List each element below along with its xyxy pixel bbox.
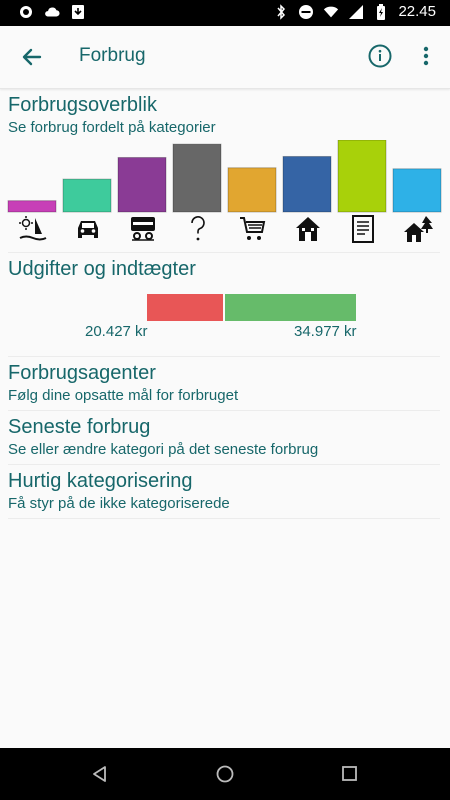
category-bar-chart xyxy=(7,140,442,213)
bluetooth-icon xyxy=(273,3,289,20)
shopping-cart-icon[interactable] xyxy=(238,214,268,249)
signal-icon xyxy=(348,4,364,20)
status-time: 22.45 xyxy=(398,3,436,20)
chart-bar-shopping-cart[interactable] xyxy=(227,167,277,213)
chart-bar-house-trees[interactable] xyxy=(392,168,442,213)
latest-title: Seneste forbrug xyxy=(8,416,151,438)
transit-icon[interactable] xyxy=(128,214,158,249)
chart-bar-unknown[interactable] xyxy=(172,143,222,213)
status-bar: 22.45 xyxy=(0,0,450,26)
app-bar: Forbrug xyxy=(0,26,450,89)
home-nav-icon[interactable] xyxy=(215,764,235,784)
agents-subtitle: Følg dine opsatte mål for forbruget xyxy=(8,387,239,404)
chart-bar-car[interactable] xyxy=(62,178,112,213)
more-options-icon[interactable] xyxy=(417,44,435,68)
info-icon[interactable] xyxy=(368,44,392,68)
back-arrow-icon[interactable] xyxy=(18,43,46,71)
latest-section[interactable]: Seneste forbrug Se eller ændre kategori … xyxy=(8,416,440,465)
cloud-icon xyxy=(44,4,60,20)
agents-title: Forbrugsagenter xyxy=(8,362,156,384)
expense-bar xyxy=(147,294,224,321)
income-expense-title: Udgifter og indtægter xyxy=(8,258,196,280)
sun-sail-icon[interactable] xyxy=(18,214,48,249)
income-expense-bar xyxy=(147,294,356,321)
battery-icon xyxy=(373,3,389,20)
do-not-disturb-icon xyxy=(298,4,314,20)
chart-bar-sun-sail[interactable] xyxy=(7,200,57,213)
quick-section[interactable]: Hurtig kategorisering Få styr på de ikke… xyxy=(8,470,440,519)
latest-subtitle: Se eller ændre kategori på det seneste f… xyxy=(8,441,319,458)
category-icon-row xyxy=(0,214,450,246)
expense-amount: 20.427 kr xyxy=(85,323,148,340)
page-title: Forbrug xyxy=(79,45,146,66)
question-mark-icon[interactable] xyxy=(183,214,213,249)
navigation-bar xyxy=(0,748,450,800)
income-bar xyxy=(225,294,356,321)
agents-section[interactable]: Forbrugsagenter Følg dine opsatte mål fo… xyxy=(8,362,440,411)
wifi-icon xyxy=(323,4,339,20)
quick-title: Hurtig kategorisering xyxy=(8,470,193,492)
chart-bar-house[interactable] xyxy=(282,155,332,213)
document-icon[interactable] xyxy=(348,214,378,249)
download-icon xyxy=(70,4,86,20)
house-icon[interactable] xyxy=(293,214,323,249)
quick-subtitle: Få styr på de ikke kategoriserede xyxy=(8,495,230,512)
house-trees-icon[interactable] xyxy=(403,214,433,249)
overview-subtitle: Se forbrug fordelt på kategorier xyxy=(8,119,216,136)
overview-title: Forbrugsoverblik xyxy=(8,94,157,116)
income-amount: 34.977 kr xyxy=(294,323,357,340)
car-icon[interactable] xyxy=(73,214,103,249)
circle-notification-icon xyxy=(18,4,34,20)
chart-bar-transit[interactable] xyxy=(117,156,167,213)
chart-bar-document[interactable] xyxy=(337,140,387,213)
back-nav-icon[interactable] xyxy=(90,764,110,784)
recents-nav-icon[interactable] xyxy=(340,764,360,784)
